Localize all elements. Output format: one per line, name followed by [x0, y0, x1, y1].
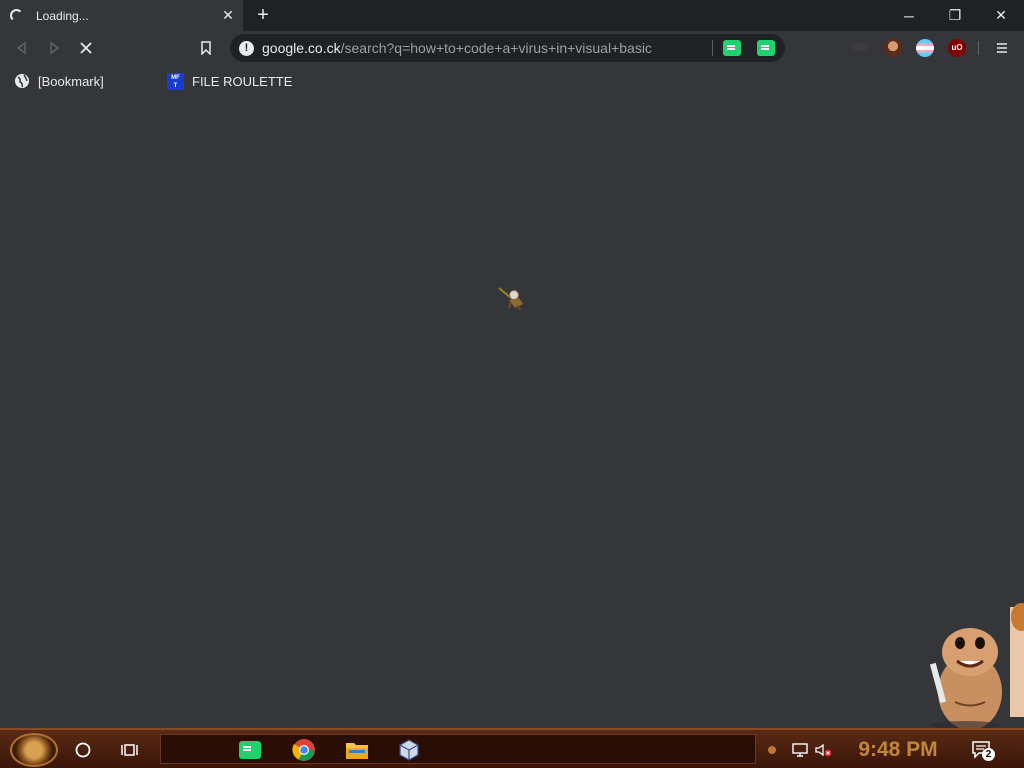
- virtualbox-icon: [399, 739, 419, 761]
- chat-app-icon: [239, 741, 261, 759]
- stop-icon: [80, 42, 92, 54]
- url-host: google.co.ck: [262, 40, 341, 56]
- show-hidden-icons-button[interactable]: [762, 736, 782, 764]
- network-icon: [792, 743, 808, 757]
- minimize-button[interactable]: ─: [886, 0, 932, 31]
- bookmarks-bar: [Bookmark] MF T FILE ROULETTE: [0, 65, 1024, 97]
- taskbar-clock[interactable]: 9:48 PM: [848, 735, 948, 765]
- active-tab[interactable]: Loading... ✕: [0, 0, 243, 31]
- omnibox-divider: [712, 40, 713, 56]
- toolbar-divider: [978, 41, 979, 55]
- taskbar-app-file-explorer[interactable]: [343, 736, 371, 764]
- action-center-button[interactable]: 2: [968, 736, 996, 764]
- volume-muted-icon: [815, 743, 832, 757]
- browser-toolbar: ! google.co.ck/search?q=how+to+code+a+vi…: [0, 31, 1024, 65]
- taskbar: 9:48 PM 2: [0, 728, 1024, 768]
- animated-cursor-icon: [498, 287, 523, 311]
- notification-count-badge: 2: [982, 748, 995, 761]
- cortana-search-button[interactable]: [69, 736, 97, 764]
- bookmark-item-1[interactable]: [Bookmark]: [14, 71, 104, 91]
- forward-button[interactable]: [42, 36, 66, 60]
- loading-spinner-icon: [10, 9, 23, 22]
- back-arrow-icon: [16, 41, 26, 55]
- address-url[interactable]: google.co.ck/search?q=how+to+code+a+viru…: [262, 40, 712, 56]
- extension-dim-icon[interactable]: [852, 43, 868, 51]
- start-button[interactable]: [10, 733, 58, 767]
- extension-chat-icon-2[interactable]: [757, 40, 775, 56]
- folder-icon: [346, 743, 368, 759]
- globe-icon: [15, 74, 29, 88]
- ublock-origin-icon[interactable]: uO: [948, 39, 966, 57]
- hamster-mascot-icon: [929, 603, 1024, 728]
- page-content: [0, 97, 1024, 728]
- chrome-icon: [292, 739, 315, 761]
- bookmark-item-2[interactable]: MF T FILE ROULETTE: [167, 71, 292, 91]
- menu-button[interactable]: [990, 36, 1014, 60]
- window-close-button[interactable]: ✕: [978, 0, 1024, 31]
- hamburger-menu-icon: [997, 43, 1007, 53]
- bookmark-label: FILE ROULETTE: [192, 73, 293, 89]
- back-button[interactable]: [10, 36, 34, 60]
- tab-title: Loading...: [36, 8, 89, 23]
- site-info-icon[interactable]: !: [239, 40, 254, 56]
- stop-loading-button[interactable]: [74, 36, 98, 60]
- circle-search-icon: [75, 742, 91, 758]
- mft-icon: MF T: [167, 72, 184, 90]
- profile-avatar-icon[interactable]: [884, 39, 902, 57]
- tab-close-icon[interactable]: ✕: [217, 7, 239, 24]
- volume-button[interactable]: [810, 736, 838, 764]
- address-bar[interactable]: ! google.co.ck/search?q=how+to+code+a+vi…: [230, 34, 785, 62]
- new-tab-button[interactable]: +: [252, 4, 274, 26]
- url-path: /search?q=how+to+code+a+virus+in+visual+…: [340, 40, 652, 56]
- task-view-icon: [121, 744, 138, 756]
- bookmark-label: [Bookmark]: [38, 73, 104, 89]
- extension-chat-icon[interactable]: [723, 40, 741, 56]
- taskbar-app-chrome[interactable]: [290, 736, 318, 764]
- title-bar: Loading... ✕ + ─ ❐ ✕: [0, 0, 1024, 31]
- bookmark-icon: [201, 41, 211, 55]
- taskbar-app-chat[interactable]: [236, 736, 264, 764]
- task-view-button[interactable]: [116, 736, 144, 764]
- restore-button[interactable]: ❐: [932, 0, 978, 31]
- forward-arrow-icon: [50, 41, 60, 55]
- tray-orb-icon: [768, 746, 776, 754]
- taskbar-app-virtualbox[interactable]: [395, 736, 423, 764]
- extension-flag-icon[interactable]: [916, 39, 934, 57]
- bookmark-page-button[interactable]: [194, 36, 218, 60]
